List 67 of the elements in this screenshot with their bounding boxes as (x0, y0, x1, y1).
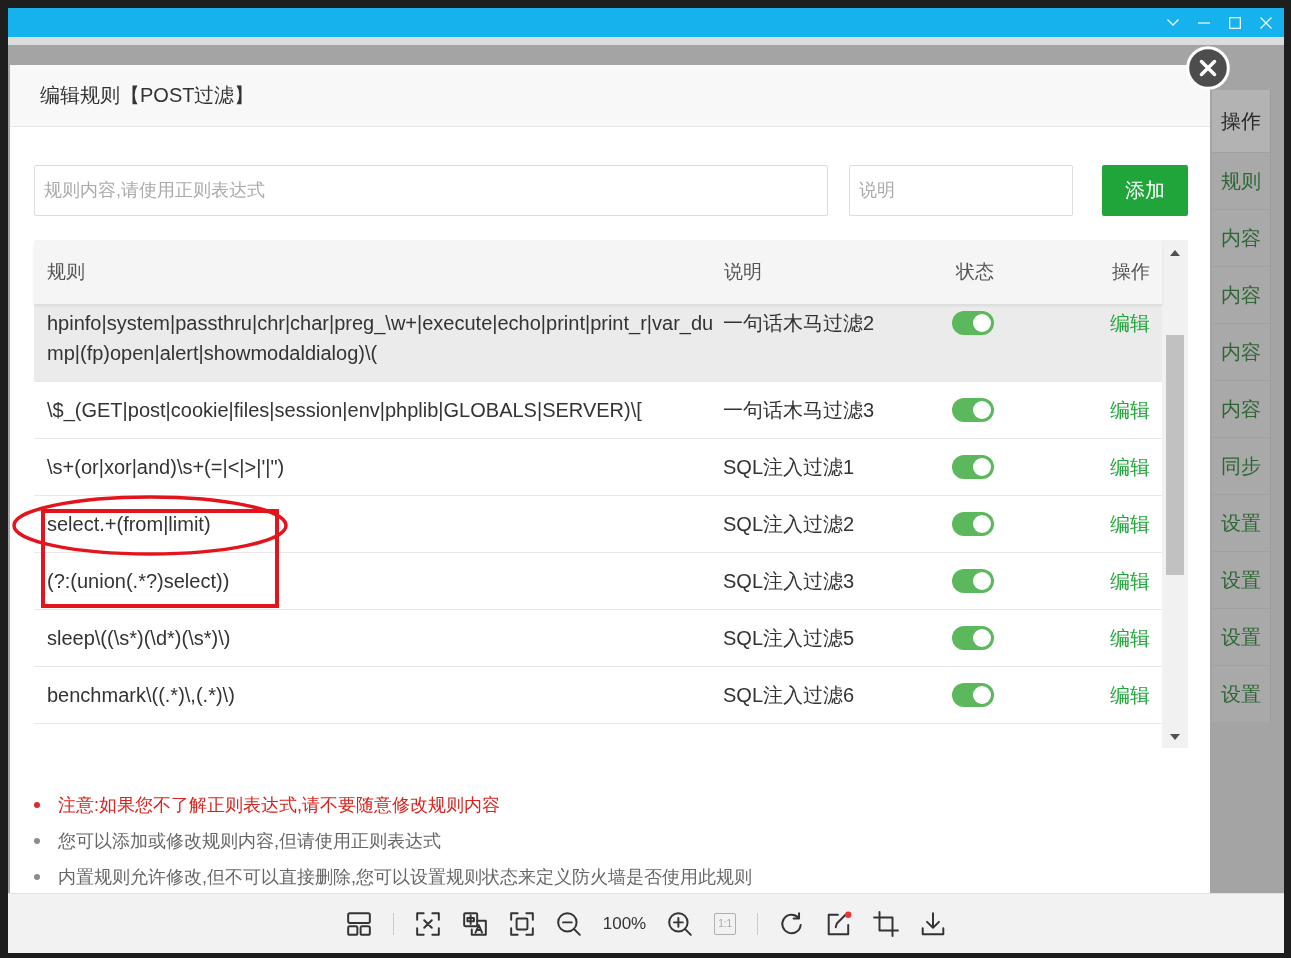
scroll-down-icon[interactable] (1170, 734, 1180, 740)
column-header: 操作 (1111, 260, 1151, 284)
column-header: 操作 (1212, 90, 1270, 152)
action-label: 内容 (1221, 282, 1261, 308)
table-cell-text: 一句话木马过滤2 (722, 311, 876, 336)
translate-icon[interactable] (461, 910, 488, 937)
table-cell-text: \$_(GET|post|cookie|files|session|env|phplib|GLOBALS|SERVER)\[ (46, 398, 643, 424)
bullet-icon (34, 874, 40, 880)
zoom-out-icon[interactable] (555, 910, 582, 937)
table-cell-text: SQL注入过滤6 (722, 683, 856, 708)
edit-link[interactable]: 编辑 (1110, 312, 1150, 334)
edit-link[interactable]: 编辑 (1110, 684, 1150, 706)
table-cell-text: \s+(or|xor|and)\s+(=|<|>|'|") (46, 455, 286, 480)
scrollbar-thumb[interactable] (1166, 335, 1184, 575)
table-cell-text: benchmark\((.*)\,(.*)\) (46, 683, 236, 708)
rule-input[interactable]: 规则内容,请使用正则表达式 (34, 165, 828, 216)
edit-link[interactable]: 编辑 (1110, 456, 1150, 478)
toggle-switch[interactable] (952, 455, 994, 479)
table-cell-text: SQL注入过滤3 (722, 569, 856, 594)
dialog-title: 编辑规则【POST过滤】 (40, 83, 255, 108)
description-input[interactable]: 说明 (849, 165, 1073, 216)
table-cell-text: hpinfo|system|passthru|chr|char|preg_\w+|execute|echo|print|print_r|var_dump|(fp)open|alert|showmodaldialog)\( (46, 311, 715, 366)
add-button[interactable]: 添加 (1102, 165, 1188, 216)
note-text: 您可以添加或修改规则内容,但请使用正则表达式 (58, 830, 441, 853)
edit-link[interactable]: 编辑 (1110, 627, 1150, 649)
table-cell-text: (?:(union(.*?)select)) (46, 569, 231, 594)
toggle-switch[interactable] (952, 683, 994, 707)
note-text: 内置规则允许修改,但不可以直接删除,您可以设置规则状态来定义防火墙是否使用此规则 (58, 866, 752, 889)
column-header: 说明 (723, 260, 763, 284)
zoom-in-icon[interactable] (667, 910, 694, 937)
toggle-switch[interactable] (952, 569, 994, 593)
bullet-icon (34, 802, 40, 808)
crop-icon[interactable] (873, 910, 900, 937)
table-cell-text: SQL注入过滤1 (722, 455, 856, 480)
action-label: 设置 (1221, 624, 1261, 650)
action-label: 设置 (1221, 681, 1261, 707)
edit-link[interactable]: 编辑 (1110, 570, 1150, 592)
action-label: 规则 (1221, 168, 1261, 194)
action-label: 设置 (1221, 510, 1261, 536)
fullscreen-icon[interactable] (508, 910, 535, 937)
bullet-icon (34, 838, 40, 844)
action-label: 同步 (1221, 453, 1261, 479)
download-icon[interactable] (920, 910, 947, 937)
edit-icon[interactable] (826, 910, 853, 937)
action-label: 内容 (1221, 225, 1261, 251)
table-cell-text: SQL注入过滤5 (722, 626, 856, 651)
layout-icon[interactable] (345, 910, 372, 937)
scroll-up-icon[interactable] (1170, 250, 1180, 256)
edit-link[interactable]: 编辑 (1110, 513, 1150, 535)
toggle-switch[interactable] (952, 311, 994, 335)
edit-link[interactable]: 编辑 (1110, 399, 1150, 421)
table-cell-text: select.+(from|limit) (46, 512, 212, 537)
action-label: 设置 (1221, 567, 1261, 593)
table-cell-text: 一句话木马过滤3 (722, 398, 876, 423)
table-cell-text: SQL注入过滤2 (722, 512, 856, 537)
corners-x-icon[interactable] (414, 910, 441, 937)
column-header: 规则 (46, 260, 86, 284)
action-label: 内容 (1221, 396, 1261, 422)
action-label: 内容 (1221, 339, 1261, 365)
toggle-switch[interactable] (952, 626, 994, 650)
scrollbar[interactable] (1162, 240, 1188, 748)
note-text: 注意:如果您不了解正则表达式,请不要随意修改规则内容 (58, 794, 500, 817)
column-header: 状态 (955, 260, 995, 284)
toggle-switch[interactable] (952, 398, 994, 422)
table-cell-text: sleep\((\s*)(\d*)(\s*)\) (46, 626, 232, 651)
toggle-switch[interactable] (952, 512, 994, 536)
zoom-level: 100% (602, 913, 647, 934)
